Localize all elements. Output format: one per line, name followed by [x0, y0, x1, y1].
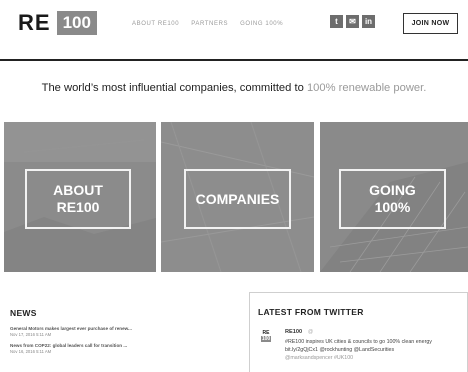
news-section: NEWS General Motors makes largest ever p… — [10, 308, 210, 360]
tile-going-100[interactable]: GOING 100% — [320, 122, 468, 272]
news-item[interactable]: General Motors makes largest ever purcha… — [10, 326, 210, 337]
going-label-box: GOING 100% — [339, 169, 446, 229]
main-nav: ABOUT RE100 PARTNERS GOING 100% — [132, 21, 283, 27]
logo-re-text: RE — [18, 10, 51, 35]
nav-about-re100[interactable]: ABOUT RE100 — [132, 21, 179, 27]
tagline-text: The world’s most influential companies, … — [41, 82, 307, 94]
news-heading: NEWS — [10, 308, 37, 318]
email-icon[interactable]: ✉ — [346, 15, 359, 28]
tweet-avatar[interactable]: RE 100 — [259, 330, 273, 344]
news-date: Nov 17, 2016 5:11 AM — [10, 332, 52, 337]
linkedin-icon[interactable]: in — [362, 15, 375, 28]
site-header: RE 100 ABOUT RE100 PARTNERS GOING 100% t… — [0, 0, 468, 56]
social-links: t ✉ in — [330, 15, 375, 28]
news-headline[interactable]: News from COP22: global leaders call for… — [10, 343, 210, 348]
going-label-line2: 100% — [374, 199, 411, 215]
news-date: Nov 16, 2016 5:11 AM — [10, 349, 52, 354]
tile-companies[interactable]: COMPANIES — [161, 122, 314, 272]
re100-logo[interactable]: RE 100 — [18, 10, 97, 35]
going-label-line1: GOING — [369, 182, 416, 198]
tweet-avatar-bottom: 100 — [260, 336, 272, 342]
header-divider — [0, 59, 468, 61]
nav-going-100[interactable]: GOING 100% — [240, 21, 283, 27]
about-label-line1: ABOUT — [53, 182, 103, 198]
tweet-handle[interactable]: @ — [308, 329, 313, 335]
tagline-accent: 100% renewable power. — [306, 82, 427, 94]
twitter-heading: LATEST FROM TWITTER — [258, 307, 364, 317]
page-tagline: The world’s most influential companies, … — [0, 82, 468, 94]
tile-about-re100[interactable]: ABOUT RE100 — [4, 122, 156, 272]
companies-label: COMPANIES — [195, 190, 280, 207]
news-headline[interactable]: General Motors makes largest ever purcha… — [10, 326, 210, 331]
nav-partners[interactable]: PARTNERS — [191, 21, 228, 27]
join-now-button[interactable]: JOIN NOW — [403, 13, 458, 34]
logo-100-box: 100 — [56, 11, 97, 35]
tweet-text: #RE100 inspires UK cities & councils to … — [285, 338, 463, 362]
tweet-mentions[interactable]: @marksandspencer #UK100 — [285, 355, 353, 361]
twitter-icon[interactable]: t — [330, 15, 343, 28]
news-item[interactable]: News from COP22: global leaders call for… — [10, 343, 210, 354]
tweet-author[interactable]: RE100 — [285, 329, 302, 335]
twitter-panel: LATEST FROM TWITTER RE 100 RE100 @ #RE10… — [249, 292, 468, 372]
about-label-box: ABOUT RE100 — [25, 169, 131, 229]
companies-label-box: COMPANIES — [184, 169, 291, 229]
about-label-line2: RE100 — [56, 199, 100, 215]
tweet-body: #RE100 inspires UK cities & councils to … — [285, 339, 432, 353]
